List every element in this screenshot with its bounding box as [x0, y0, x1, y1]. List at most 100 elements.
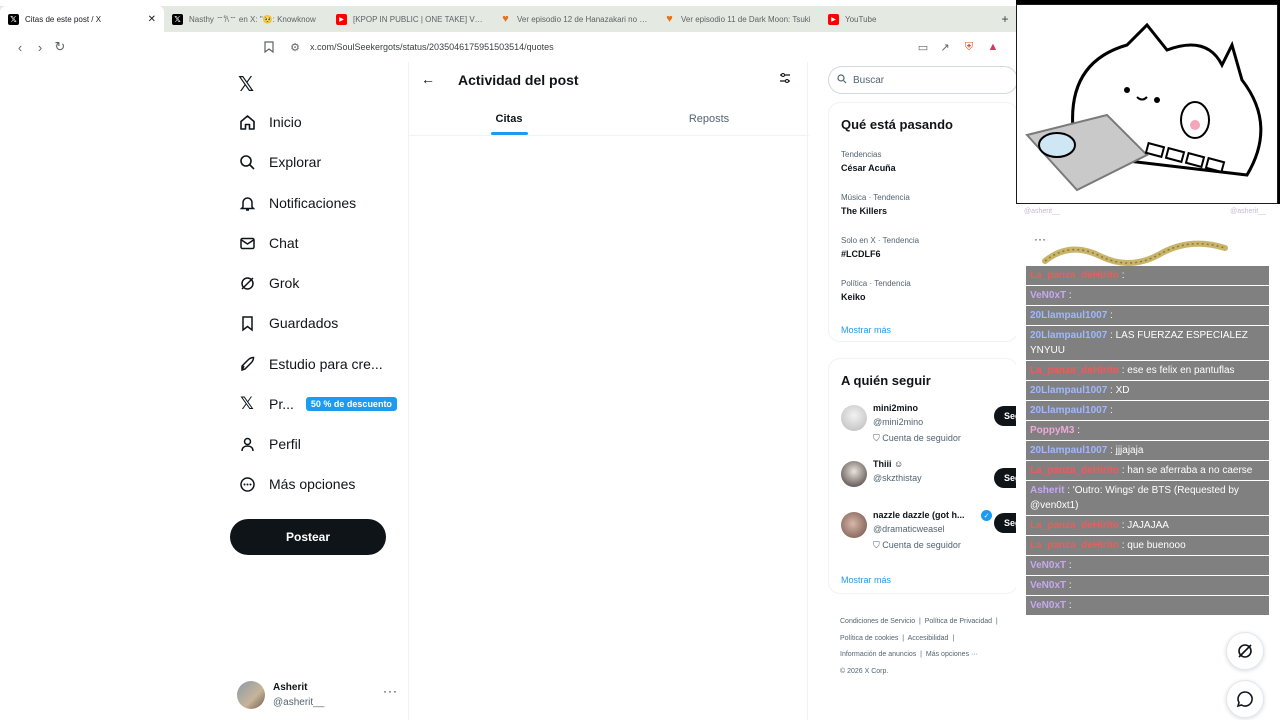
- nav-item-notificaciones[interactable]: Notificaciones: [238, 191, 356, 215]
- grok-icon: [238, 274, 256, 292]
- chat-username: La_panza_deHirito: [1030, 365, 1119, 376]
- search-placeholder: Buscar: [853, 74, 885, 86]
- trend-name: The Killers: [841, 206, 888, 216]
- chat-bubble-icon[interactable]: [1226, 680, 1264, 718]
- chat-message: VeN0xT :: [1026, 556, 1269, 575]
- tab-reposts[interactable]: Reposts: [609, 102, 809, 135]
- chat-text: :: [1068, 290, 1072, 301]
- nav-item-explorar[interactable]: Explorar: [238, 150, 321, 174]
- chat-message: VeN0xT :: [1026, 286, 1269, 305]
- chat-text: : ese es felix en pantuflas: [1121, 365, 1235, 376]
- bell-icon: [238, 194, 256, 212]
- x-logo-icon: 𝕏: [8, 13, 19, 25]
- filter-icon[interactable]: [779, 72, 791, 87]
- chat-text: : XD: [1110, 385, 1130, 396]
- trend-item[interactable]: Solo en X · Tendencia #LCDLF6: [841, 236, 919, 259]
- post-button[interactable]: Postear: [230, 519, 386, 555]
- stream-tag: @asherit__: [1230, 208, 1266, 215]
- search-input[interactable]: Buscar: [828, 66, 1018, 94]
- brave-shield-icon[interactable]: ⛨: [962, 40, 976, 54]
- nav-item-mas-opciones[interactable]: Más opciones: [238, 472, 355, 496]
- tab-title: Nasthy ⌔𐙚⌔ en X: "🥺: Knowknow: [189, 14, 316, 24]
- nav-item-perfil[interactable]: Perfil: [238, 432, 301, 456]
- more-icon[interactable]: ···: [383, 684, 398, 698]
- trend-name: #LCDLF6: [841, 249, 881, 259]
- browser-tab[interactable]: ♥ Ver episodio 11 de Dark Moon: Tsuki: [656, 6, 820, 32]
- trend-item[interactable]: Música · Tendencia The Killers: [841, 193, 910, 216]
- tab-title: Citas de este post / X: [25, 14, 102, 24]
- crunchy-icon: ♥: [502, 13, 509, 25]
- chat-text: :: [1110, 310, 1113, 321]
- bookmark-icon: [238, 314, 256, 332]
- new-tab-button[interactable]: +: [994, 6, 1016, 32]
- suggestion-name: mini2mino: [873, 403, 919, 413]
- chat-message: 20Llampaul1007 : jjjajaja: [1026, 441, 1269, 460]
- grok-icon[interactable]: [1226, 632, 1264, 670]
- tab-citas[interactable]: Citas: [409, 102, 609, 135]
- chat-username: 20Llampaul1007: [1030, 405, 1108, 416]
- nav-item-chat[interactable]: Chat: [238, 231, 299, 255]
- rocket-icon: [238, 355, 256, 373]
- trend-item[interactable]: Tendencias César Acuña: [841, 150, 896, 173]
- crunchy-icon: ♥: [666, 13, 673, 25]
- chat-text: : han se aferraba a no caerse: [1121, 465, 1253, 476]
- browser-tab[interactable]: 𝕏 Nasthy ⌔𐙚⌔ en X: "🥺: Knowknow: [164, 6, 328, 32]
- follow-suggestion[interactable]: mini2mino @mini2mino ⛉ Cuenta de seguido…: [841, 403, 1017, 453]
- address-bar[interactable]: ⚙ x.com/SoulSeekergots/status/2035046175…: [258, 36, 1010, 58]
- brave-rewards-icon[interactable]: ▲: [986, 40, 1000, 54]
- back-arrow-icon[interactable]: ←: [421, 71, 435, 87]
- reload-icon[interactable]: ↻: [50, 37, 70, 57]
- nav-label: Notificaciones: [269, 195, 357, 211]
- stream-chat: La_panza_deHirito : VeN0xT :20Llampaul100…: [1026, 266, 1269, 616]
- browser-tab[interactable]: ▶ [KPOP IN PUBLIC | ONE TAKE] VIVIZ: [328, 6, 492, 32]
- show-more-link[interactable]: Mostrar más: [841, 325, 891, 335]
- footer-link[interactable]: Información de anuncios: [840, 651, 916, 658]
- close-icon[interactable]: ✕: [148, 14, 156, 25]
- nav-label: Explorar: [269, 154, 322, 170]
- site-info-icon[interactable]: ⚙: [288, 40, 302, 54]
- follow-suggestion[interactable]: Thiii ☺ @skzthistay: [841, 459, 1017, 509]
- x-logo-icon[interactable]: 𝕏: [238, 72, 254, 97]
- trend-name: César Acuña: [841, 163, 896, 173]
- chat-username: VeN0xT: [1030, 600, 1067, 611]
- nav-item-estudio[interactable]: Estudio para cre...: [238, 352, 383, 376]
- nav-item-guardados[interactable]: Guardados: [238, 311, 338, 335]
- suggestion-handle: @mini2mino: [873, 417, 924, 427]
- chat-text: : que buenooo: [1121, 540, 1186, 551]
- show-more-link[interactable]: Mostrar más: [841, 575, 891, 585]
- footer-link[interactable]: Más opciones ···: [926, 651, 978, 658]
- chat-text: :: [1077, 425, 1081, 436]
- chat-message: La_panza_deHirito : JAJAJAA: [1026, 516, 1269, 535]
- suggestion-name: Thiii ☺: [873, 459, 904, 469]
- activity-tabs: Citas Reposts: [409, 102, 809, 136]
- cast-icon[interactable]: ▭: [916, 40, 930, 54]
- who-to-follow-panel: A quién seguir mini2mino @mini2mino ⛉ Cu…: [828, 358, 1018, 594]
- nav-label: Pr...: [269, 396, 294, 412]
- profile-handle: @asherit__: [273, 697, 325, 708]
- follow-suggestion[interactable]: nazzle dazzle (got h... ✓ @dramaticwease…: [841, 510, 1017, 560]
- chat-text: :: [1068, 600, 1072, 611]
- account-switcher[interactable]: Asherit @asherit__ ···: [237, 679, 397, 711]
- share-icon[interactable]: ↗: [938, 40, 952, 54]
- nav-item-inicio[interactable]: Inicio: [238, 110, 302, 134]
- chat-message: VeN0xT :: [1026, 596, 1269, 615]
- chat-username: VeN0xT: [1030, 560, 1067, 571]
- nav-item-premium[interactable]: 𝕏 Pr... 50 % de descuento: [238, 392, 397, 416]
- back-icon[interactable]: ‹: [10, 37, 30, 57]
- nav-item-grok[interactable]: Grok: [238, 271, 299, 295]
- browser-tab[interactable]: ♥ Ver episodio 12 de Hanazakari no Kimi: [492, 6, 656, 32]
- footer-link[interactable]: Política de cookies: [840, 635, 898, 642]
- footer-link[interactable]: Accesibilidad: [908, 635, 949, 642]
- avatar: [841, 512, 867, 538]
- browser-tab[interactable]: ▶ YouTube: [820, 6, 940, 32]
- browser-tab-active[interactable]: 𝕏 Citas de este post / X ✕: [0, 6, 164, 32]
- chat-text: :: [1068, 580, 1072, 591]
- person-icon: [238, 435, 256, 453]
- bookmark-icon[interactable]: [262, 40, 276, 54]
- footer-link[interactable]: Condiciones de Servicio: [840, 618, 915, 625]
- forward-icon[interactable]: ›: [30, 37, 50, 57]
- x-page: 𝕏 Inicio Explorar Notificaciones Chat Gr…: [0, 62, 1018, 720]
- trend-item[interactable]: Política · Tendencia Keiko: [841, 279, 911, 302]
- footer-link[interactable]: Política de Privacidad: [925, 618, 992, 625]
- follower-note: ⛉ Cuenta de seguidor: [873, 433, 961, 443]
